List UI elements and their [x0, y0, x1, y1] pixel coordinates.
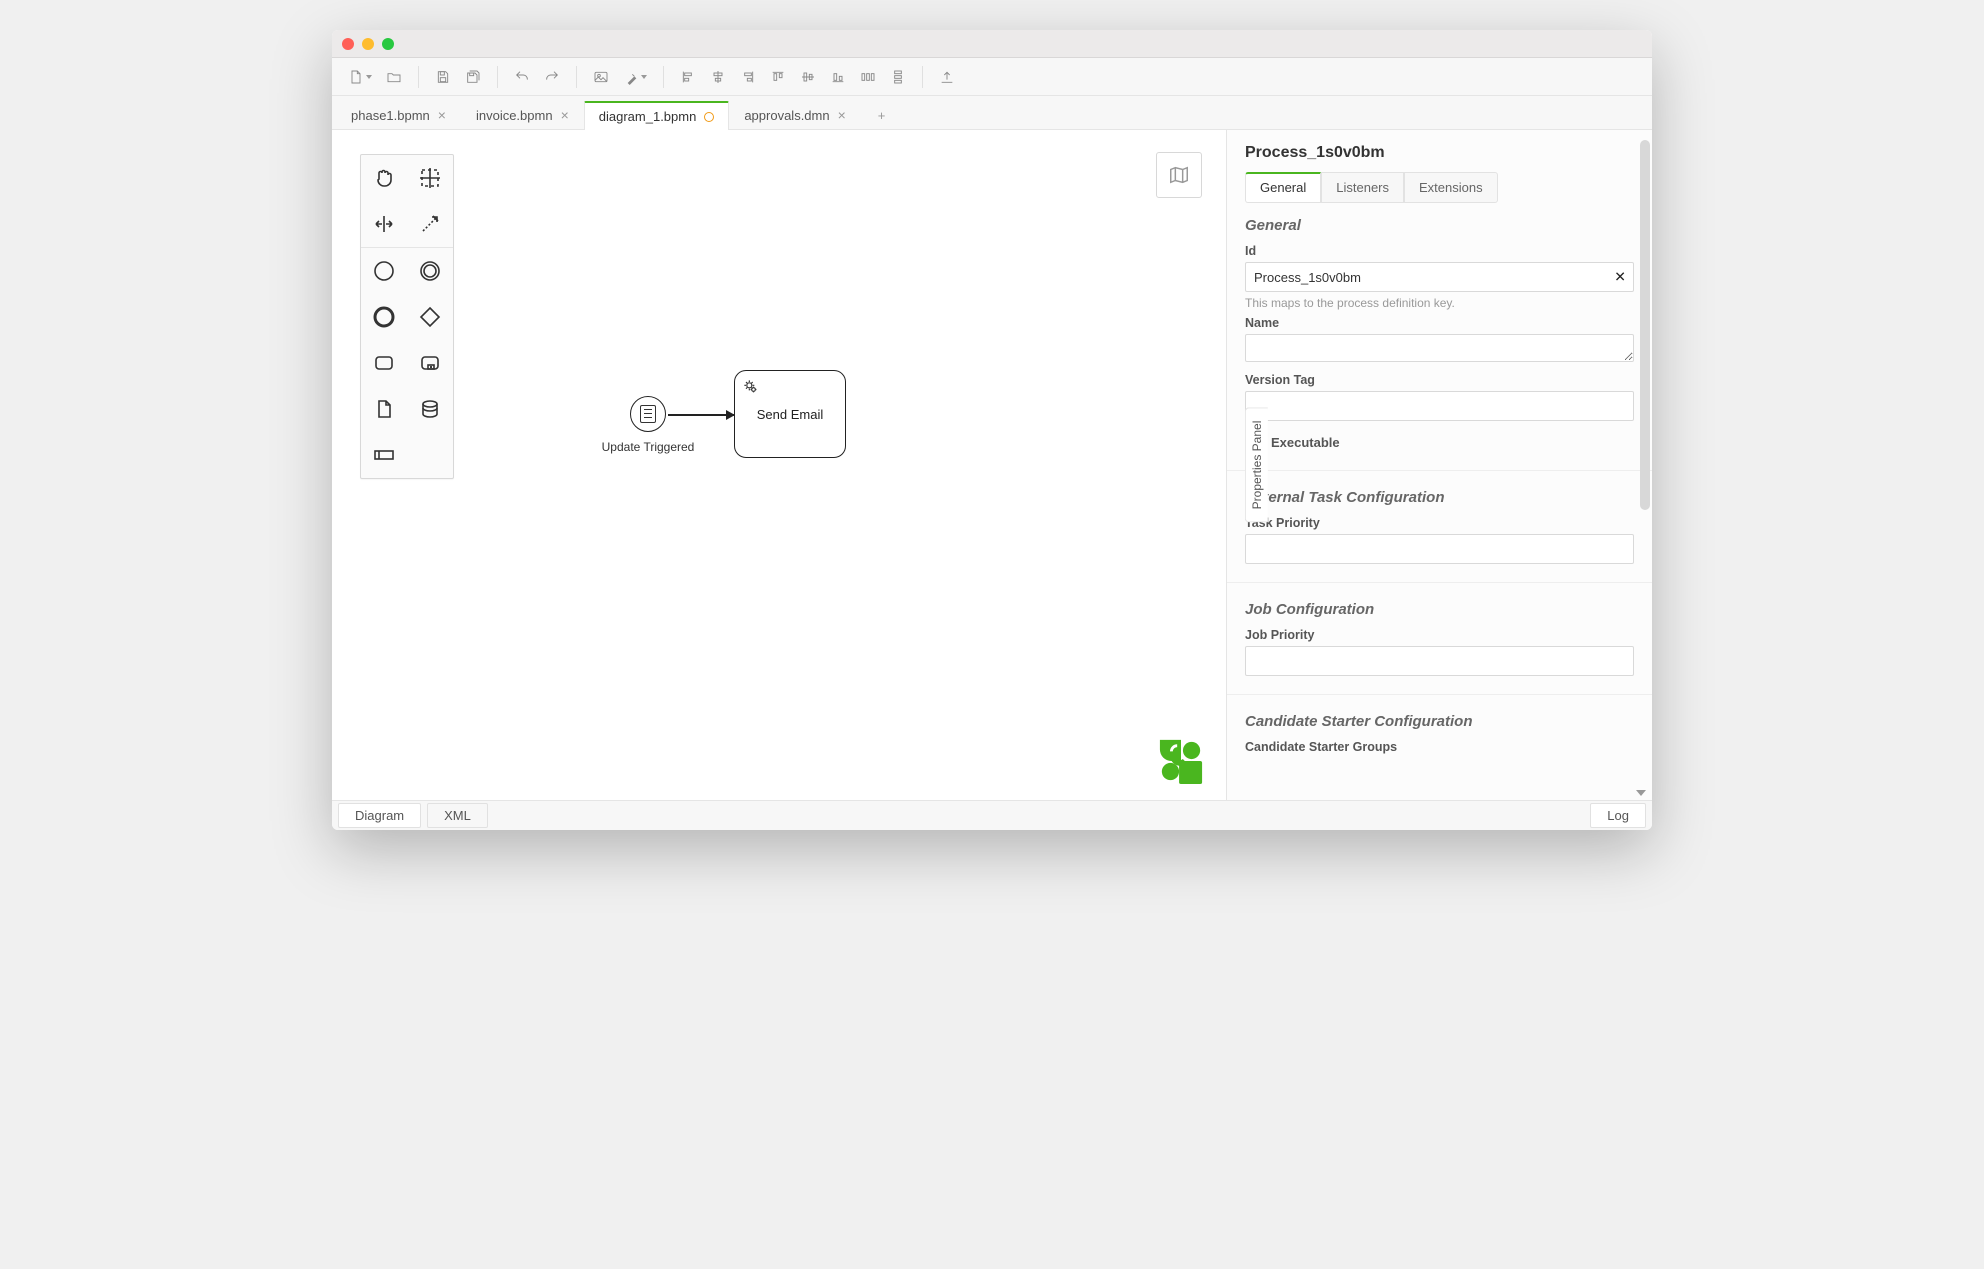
- version-tag-label: Version Tag: [1245, 373, 1634, 387]
- tab-label: phase1.bpmn: [351, 108, 430, 123]
- more-content-indicator-icon: [1636, 790, 1646, 796]
- diagram-view-button[interactable]: Diagram: [338, 803, 421, 828]
- name-label: Name: [1245, 316, 1634, 330]
- file-tabs: phase1.bpmn × invoice.bpmn × diagram_1.b…: [332, 96, 1652, 130]
- id-label: Id: [1245, 244, 1634, 258]
- job-priority-label: Job Priority: [1245, 628, 1634, 642]
- task-label: Send Email: [757, 407, 823, 422]
- intermediate-event-tool[interactable]: [407, 248, 453, 294]
- zoom-window-button[interactable]: [382, 38, 394, 50]
- properties-panel: Properties Panel Process_1s0v0bm General…: [1226, 130, 1652, 800]
- service-task-gear-icon: [741, 377, 761, 397]
- data-object-tool[interactable]: [361, 386, 407, 432]
- properties-tab-extensions[interactable]: Extensions: [1404, 172, 1498, 203]
- version-tag-field[interactable]: [1245, 391, 1634, 421]
- save-all-button[interactable]: [459, 63, 487, 91]
- clear-id-button[interactable]: ✕: [1614, 269, 1626, 286]
- export-image-button[interactable]: [587, 63, 615, 91]
- participant-tool[interactable]: [361, 432, 407, 478]
- mac-titlebar: [332, 30, 1652, 58]
- properties-tab-listeners[interactable]: Listeners: [1321, 172, 1404, 203]
- deploy-button[interactable]: [933, 63, 961, 91]
- align-center-button[interactable]: [704, 63, 732, 91]
- main-toolbar: [332, 58, 1652, 96]
- close-window-button[interactable]: [342, 38, 354, 50]
- close-icon[interactable]: ×: [838, 108, 846, 122]
- redo-button[interactable]: [538, 63, 566, 91]
- open-file-button[interactable]: [380, 63, 408, 91]
- properties-panel-toggle[interactable]: Properties Panel: [1245, 408, 1268, 523]
- save-button[interactable]: [429, 63, 457, 91]
- align-left-button[interactable]: [674, 63, 702, 91]
- properties-tab-general[interactable]: General: [1245, 172, 1321, 203]
- properties-tabs: General Listeners Extensions: [1245, 172, 1634, 203]
- task-tool[interactable]: [361, 340, 407, 386]
- start-event-tool[interactable]: [361, 248, 407, 294]
- tab-diagram-1[interactable]: diagram_1.bpmn: [584, 101, 730, 130]
- name-field[interactable]: [1245, 334, 1634, 362]
- distribute-horizontal-button[interactable]: [854, 63, 882, 91]
- tab-label: approvals.dmn: [744, 108, 829, 123]
- panel-scrollbar[interactable]: [1640, 140, 1650, 510]
- app-window: phase1.bpmn × invoice.bpmn × diagram_1.b…: [332, 30, 1652, 830]
- align-top-button[interactable]: [764, 63, 792, 91]
- id-hint: This maps to the process definition key.: [1245, 296, 1634, 310]
- section-external-task-title: External Task Configuration: [1245, 489, 1634, 506]
- tab-approvals[interactable]: approvals.dmn ×: [729, 100, 860, 129]
- new-file-button[interactable]: [342, 63, 378, 91]
- add-tab-button[interactable]: +: [861, 100, 903, 129]
- gateway-tool[interactable]: [407, 294, 453, 340]
- tab-phase1[interactable]: phase1.bpmn ×: [336, 100, 461, 129]
- close-icon[interactable]: ×: [438, 108, 446, 122]
- diagram-canvas[interactable]: Update Triggered Send Email: [332, 130, 1226, 800]
- align-middle-button[interactable]: [794, 63, 822, 91]
- tab-label: invoice.bpmn: [476, 108, 553, 123]
- data-store-tool[interactable]: [407, 386, 453, 432]
- unsaved-indicator-icon: [704, 112, 714, 122]
- conditional-marker-icon: [640, 405, 656, 423]
- element-color-button[interactable]: [617, 63, 653, 91]
- shape-palette: [360, 154, 454, 479]
- minimap-toggle-button[interactable]: [1156, 152, 1202, 198]
- task-priority-field[interactable]: [1245, 534, 1634, 564]
- minimize-window-button[interactable]: [362, 38, 374, 50]
- id-field[interactable]: [1245, 262, 1634, 292]
- distribute-vertical-button[interactable]: [884, 63, 912, 91]
- end-event-tool[interactable]: [361, 294, 407, 340]
- section-general-title: General: [1245, 217, 1634, 234]
- editor-footer: Diagram XML Log: [332, 800, 1652, 830]
- lasso-tool-button[interactable]: [407, 155, 453, 201]
- subprocess-tool[interactable]: [407, 340, 453, 386]
- align-right-button[interactable]: [734, 63, 762, 91]
- global-connect-button[interactable]: [407, 201, 453, 247]
- selected-element-title: Process_1s0v0bm: [1245, 144, 1634, 162]
- job-priority-field[interactable]: [1245, 646, 1634, 676]
- bpmn-start-event[interactable]: [630, 396, 666, 432]
- section-job-title: Job Configuration: [1245, 601, 1634, 618]
- executable-checkbox-row[interactable]: Executable: [1245, 433, 1634, 452]
- undo-button[interactable]: [508, 63, 536, 91]
- start-event-label[interactable]: Update Triggered: [588, 440, 708, 454]
- close-icon[interactable]: ×: [561, 108, 569, 122]
- bpmn-service-task[interactable]: Send Email: [734, 370, 846, 458]
- candidate-groups-label: Candidate Starter Groups: [1245, 740, 1634, 754]
- align-bottom-button[interactable]: [824, 63, 852, 91]
- sequence-flow[interactable]: [668, 414, 734, 416]
- space-tool-button[interactable]: [361, 201, 407, 247]
- section-candidate-title: Candidate Starter Configuration: [1245, 713, 1634, 730]
- camunda-logo-icon: [1158, 738, 1204, 784]
- xml-view-button[interactable]: XML: [427, 803, 488, 828]
- tab-label: diagram_1.bpmn: [599, 109, 697, 124]
- tab-invoice[interactable]: invoice.bpmn ×: [461, 100, 584, 129]
- executable-label: Executable: [1271, 435, 1340, 450]
- log-toggle-button[interactable]: Log: [1590, 803, 1646, 828]
- task-priority-label: Task Priority: [1245, 516, 1634, 530]
- hand-tool-button[interactable]: [361, 155, 407, 201]
